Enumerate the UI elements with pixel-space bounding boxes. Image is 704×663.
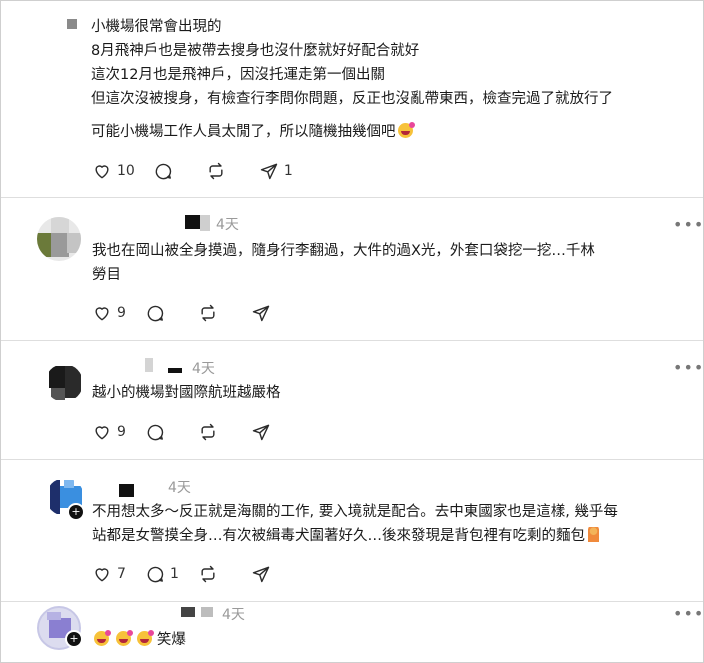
reply-3-line-1: 不用想太多～反正就是海關的工作, 要入境就是配合。去中東國家也是這樣, 幾乎每: [92, 504, 618, 520]
heart-icon: [95, 307, 109, 321]
redaction-mark: [145, 358, 153, 372]
send-paper-plane-icon: [252, 424, 270, 441]
like-button[interactable]: 9: [92, 303, 127, 323]
reply-1-text: 我也在岡山被全身摸過，隨身行李翻過，大件的過X光，外套口袋挖一挖…千林 勞目: [92, 239, 595, 287]
repost-button[interactable]: [206, 161, 241, 181]
post-line-3: 這次12月也是飛神戶，因沒托運走第一個出關: [91, 67, 385, 83]
redaction-mark: [200, 215, 210, 231]
comment-bubble-icon: [147, 305, 164, 322]
send-paper-plane-icon: [252, 566, 270, 583]
reply-1-username-redacted[interactable]: [185, 215, 201, 229]
repost-arrows-icon: [201, 304, 215, 322]
reply-2-avatar[interactable]: [45, 364, 83, 402]
heart-icon: [95, 426, 109, 440]
reply-2-username-redacted[interactable]: [168, 368, 182, 373]
follow-plus-icon[interactable]: +: [67, 503, 85, 521]
divider: [1, 340, 703, 341]
reply-4-text: 笑爆: [92, 628, 186, 652]
reply-4-time: 4天: [222, 607, 245, 623]
comment-button[interactable]: [145, 303, 180, 323]
redaction-mark: [201, 607, 213, 617]
like-button[interactable]: 7: [92, 564, 127, 584]
post-actions: 10 1: [92, 161, 312, 181]
comment-count: 1: [170, 566, 179, 582]
more-dots-icon[interactable]: •••: [673, 358, 703, 377]
reply-1-time: 4天: [216, 217, 239, 233]
send-paper-plane-icon: [252, 305, 270, 322]
rofl-emoji-icon: [94, 630, 111, 646]
more-dots-icon[interactable]: •••: [673, 215, 703, 234]
avatar-fragment: [67, 19, 77, 29]
heart-icon: [95, 568, 109, 582]
repost-button[interactable]: [198, 422, 233, 442]
reply-3-username-redacted[interactable]: [119, 484, 134, 497]
reply-4-username-redacted[interactable]: [181, 607, 195, 617]
comment-button[interactable]: [145, 422, 180, 442]
share-button[interactable]: [251, 564, 286, 584]
post-line-2: 8月飛神戶也是被帶去搜身也沒什麼就好好配合就好: [91, 43, 420, 59]
reply-3-text: 不用想太多～反正就是海關的工作, 要入境就是配合。去中東國家也是這樣, 幾乎每 …: [92, 500, 618, 548]
reply-1-line-1: 我也在岡山被全身摸過，隨身行李翻過，大件的過X光，外套口袋挖一挖…千林: [92, 243, 595, 259]
repost-arrows-icon: [201, 423, 215, 441]
like-count: 9: [117, 424, 126, 440]
heart-icon: [95, 165, 109, 179]
reply-1-actions: 9: [92, 303, 304, 323]
comment-bubble-icon: [147, 424, 164, 441]
share-count: 1: [283, 163, 293, 179]
repost-button[interactable]: [198, 303, 233, 323]
person-emoji-icon: [588, 527, 599, 542]
like-count: 10: [117, 163, 135, 179]
rofl-emoji-icon: [115, 630, 133, 646]
reply-3-actions: 7 1: [92, 564, 304, 584]
comment-bubble-icon: [147, 566, 164, 583]
reply-2-time: 4天: [192, 361, 215, 377]
like-button[interactable]: 10: [92, 161, 135, 181]
reply-4-line-1: 笑爆: [156, 632, 186, 648]
like-count: 7: [117, 566, 126, 582]
rofl-emoji-icon: [397, 122, 415, 138]
post-line-5: 可能小機場工作人員太閒了，所以隨機抽幾個吧: [91, 120, 613, 144]
reply-3-line-2-text: 站都是女警摸全身…有次被緝毒犬圍著好久…後來發現是背包裡有吃剩的麵包: [92, 528, 585, 544]
share-button[interactable]: 1: [259, 161, 294, 181]
divider: [1, 601, 703, 602]
reply-2-actions: 9: [92, 422, 304, 442]
reply-1-avatar[interactable]: [37, 217, 81, 261]
reply-2-text: 越小的機場對國際航班越嚴格: [92, 381, 281, 405]
post-line-1: 小機場很常會出現的: [91, 19, 222, 35]
post-line-5-text: 可能小機場工作人員太閒了，所以隨機抽幾個吧: [91, 124, 396, 140]
repost-arrows-icon: [209, 162, 223, 180]
rofl-emoji-icon: [137, 630, 155, 646]
reply-2-line-1: 越小的機場對國際航班越嚴格: [92, 385, 281, 401]
share-button[interactable]: [251, 422, 286, 442]
comment-bubble-icon: [155, 163, 172, 180]
comment-button[interactable]: 1: [145, 564, 180, 584]
reply-3-line-2: 站都是女警摸全身…有次被緝毒犬圍著好久…後來發現是背包裡有吃剩的麵包: [92, 524, 618, 548]
divider: [1, 197, 703, 198]
reply-1-line-2: 勞目: [92, 267, 121, 283]
share-button[interactable]: [251, 303, 286, 323]
repost-button[interactable]: [198, 564, 233, 584]
like-count: 9: [117, 305, 126, 321]
like-button[interactable]: 9: [92, 422, 127, 442]
send-paper-plane-icon: [260, 163, 278, 180]
divider: [1, 459, 703, 460]
reply-3-time: 4天: [168, 480, 191, 496]
more-dots-icon[interactable]: •••: [673, 604, 703, 623]
threads-comment-feed: 小機場很常會出現的 8月飛神戶也是被帶去搜身也沒什麼就好好配合就好 這次12月也…: [0, 0, 704, 663]
post-body: 小機場很常會出現的 8月飛神戶也是被帶去搜身也沒什麼就好好配合就好 這次12月也…: [91, 15, 613, 144]
comment-button[interactable]: [153, 161, 188, 181]
post-line-4: 但這次沒被搜身，有檢查行李問你問題，反正也沒亂帶東西，檢查完過了就放行了: [91, 91, 613, 107]
repost-arrows-icon: [201, 565, 215, 583]
follow-plus-icon[interactable]: +: [65, 630, 83, 648]
